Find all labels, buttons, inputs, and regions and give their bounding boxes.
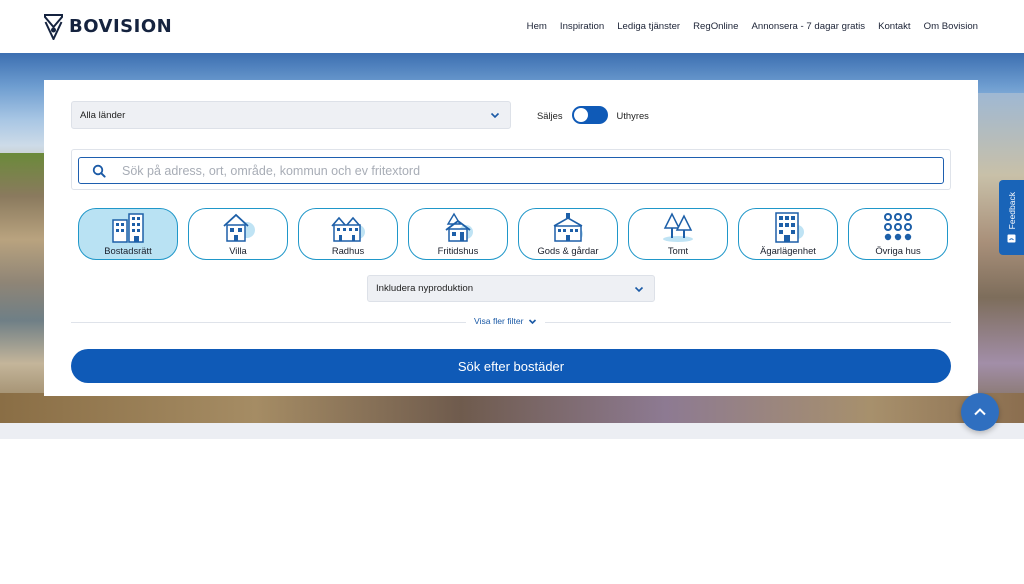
owner-apartment-icon	[775, 212, 804, 243]
bovision-logo-icon	[44, 13, 63, 40]
new-production-select-value: Inkludera nyproduktion	[376, 283, 474, 294]
nav-home[interactable]: Hem	[527, 21, 547, 32]
property-type-list: Bostadsrätt Villa Radhus Fritidshus Gods…	[78, 208, 948, 260]
category-label: Villa	[229, 245, 247, 256]
site-header: BOVISION Hem Inspiration Lediga tjänster…	[0, 0, 1024, 53]
category-label: Radhus	[331, 245, 365, 256]
category-bostadsratt[interactable]: Bostadsrätt	[78, 208, 178, 260]
category-agarlagenhet[interactable]: Ägarlägenhet	[738, 208, 838, 260]
new-production-select[interactable]: Inkludera nyproduktion	[367, 275, 655, 302]
country-select[interactable]: Alla länder	[71, 101, 511, 129]
nav-about[interactable]: Om Bovision	[924, 21, 978, 32]
nav-jobs[interactable]: Lediga tjänster	[617, 21, 680, 32]
dots-grid-icon	[884, 213, 912, 241]
hero-coast-rocks	[0, 153, 45, 423]
search-submit-button[interactable]: Sök efter bostäder	[71, 349, 951, 383]
sale-rent-toggle[interactable]	[571, 106, 608, 124]
townhouse-icon	[331, 216, 365, 242]
hero-right-scenery	[978, 93, 1024, 423]
bovision-logo[interactable]: BOVISION	[44, 13, 173, 40]
main-nav: Hem Inspiration Lediga tjänster RegOnlin…	[527, 21, 978, 32]
category-radhus[interactable]: Radhus	[298, 208, 398, 260]
search-input[interactable]	[122, 163, 822, 178]
search-box	[78, 157, 944, 184]
nav-inspiration[interactable]: Inspiration	[560, 21, 604, 32]
toggle-knob	[573, 108, 588, 122]
category-label: Tomt	[667, 245, 689, 256]
more-filters-label: Visa fler filter	[474, 316, 524, 326]
hero-heather-strip	[0, 393, 1024, 423]
plot-trees-icon	[663, 212, 693, 242]
category-fritidshus[interactable]: Fritidshus	[408, 208, 508, 260]
search-icon	[92, 164, 106, 178]
logo-text: BOVISION	[69, 16, 173, 37]
nav-regonline[interactable]: RegOnline	[693, 21, 738, 32]
manor-icon	[553, 213, 583, 242]
apartment-building-icon	[112, 213, 144, 243]
category-label: Övriga hus	[875, 245, 921, 256]
category-villa[interactable]: Villa	[188, 208, 288, 260]
country-select-value: Alla länder	[80, 109, 126, 121]
toggle-label-sale: Säljes	[537, 109, 563, 121]
cabin-icon	[445, 212, 473, 242]
villa-icon	[223, 213, 255, 242]
category-ovriga-hus[interactable]: Övriga hus	[848, 208, 948, 260]
sale-rent-toggle-group: Säljes Uthyres	[537, 106, 649, 124]
nav-contact[interactable]: Kontakt	[878, 21, 911, 32]
feedback-label: Feedback	[1006, 192, 1017, 230]
scroll-to-top-button[interactable]	[961, 393, 999, 431]
nav-advertise[interactable]: Annonsera - 7 dagar gratis	[751, 21, 865, 32]
hero-bottom-band	[0, 423, 1024, 439]
category-tomt[interactable]: Tomt	[628, 208, 728, 260]
chevron-down-icon	[634, 286, 644, 292]
category-label: Gods & gårdar	[537, 245, 599, 256]
chevron-up-icon	[974, 408, 986, 416]
search-field-wrapper	[71, 149, 951, 190]
search-card: Alla länder Säljes Uthyres Sök på adress…	[44, 80, 978, 396]
feedback-icon	[1007, 234, 1016, 243]
more-filters-link[interactable]: Visa fler filter	[466, 316, 545, 326]
category-label: Bostadsrätt	[104, 245, 152, 256]
category-label: Fritidshus	[437, 245, 479, 256]
chevron-down-icon	[490, 112, 500, 119]
category-gods-gardar[interactable]: Gods & gårdar	[518, 208, 618, 260]
toggle-label-rent: Uthyres	[616, 109, 649, 121]
category-label: Ägarlägenhet	[760, 245, 816, 256]
chevron-down-icon	[528, 318, 536, 324]
feedback-tab[interactable]: Feedback	[999, 180, 1024, 255]
